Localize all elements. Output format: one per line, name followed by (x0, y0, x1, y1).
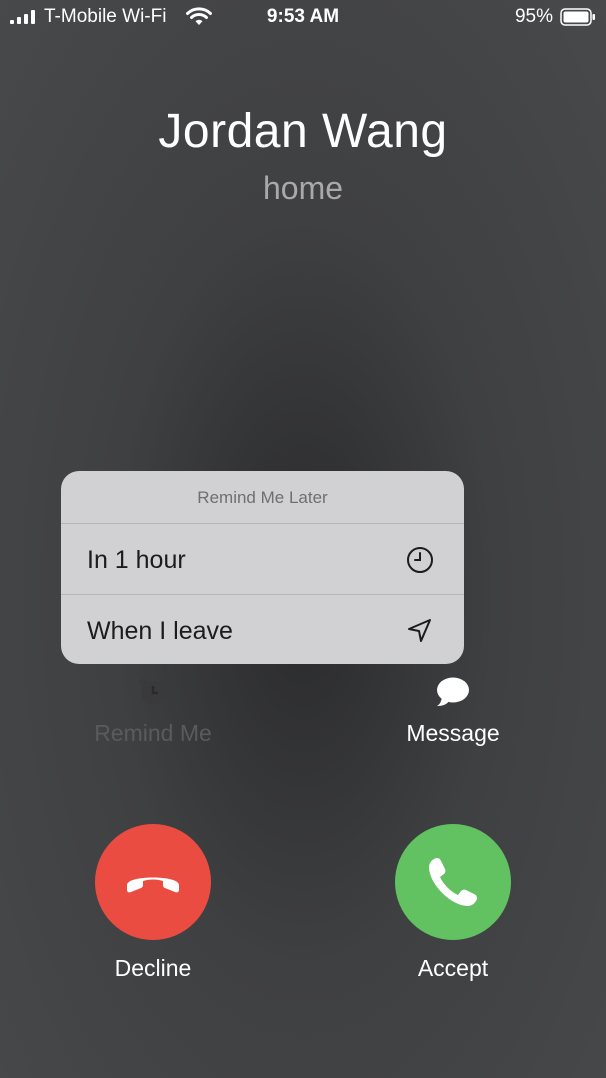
status-bar: T-Mobile Wi-Fi 9:53 AM 95% (0, 0, 606, 34)
battery-percentage: 95% (514, 6, 553, 27)
decline-button[interactable] (95, 824, 211, 940)
clock-icon (407, 547, 433, 573)
speech-bubble-icon (437, 677, 469, 706)
remind-option-label: In 1 hour (87, 546, 186, 574)
remind-me-label: Remind Me (94, 720, 212, 746)
remind-in-1-hour-option[interactable]: In 1 hour (61, 524, 464, 595)
battery-icon (560, 8, 595, 26)
phone-icon (429, 858, 477, 906)
location-arrow-icon (408, 619, 431, 642)
remind-menu-header: Remind Me Later (61, 471, 464, 524)
remind-option-label: When I leave (87, 617, 233, 645)
phone-hangup-icon (127, 877, 179, 893)
remind-when-i-leave-option[interactable]: When I leave (61, 595, 464, 664)
remind-me-later-menu: Remind Me Later In 1 hour When I leave (61, 471, 464, 664)
accept-button[interactable] (395, 824, 511, 940)
caller-name: Jordan Wang (158, 105, 448, 158)
decline-label: Decline (114, 955, 192, 981)
alarm-icon (139, 678, 167, 705)
message-button[interactable]: Message (353, 676, 553, 747)
accept-label: Accept (417, 955, 489, 981)
remind-me-button[interactable]: Remind Me (53, 676, 253, 747)
caller-number-label: home (262, 170, 344, 206)
message-label: Message (406, 720, 500, 746)
